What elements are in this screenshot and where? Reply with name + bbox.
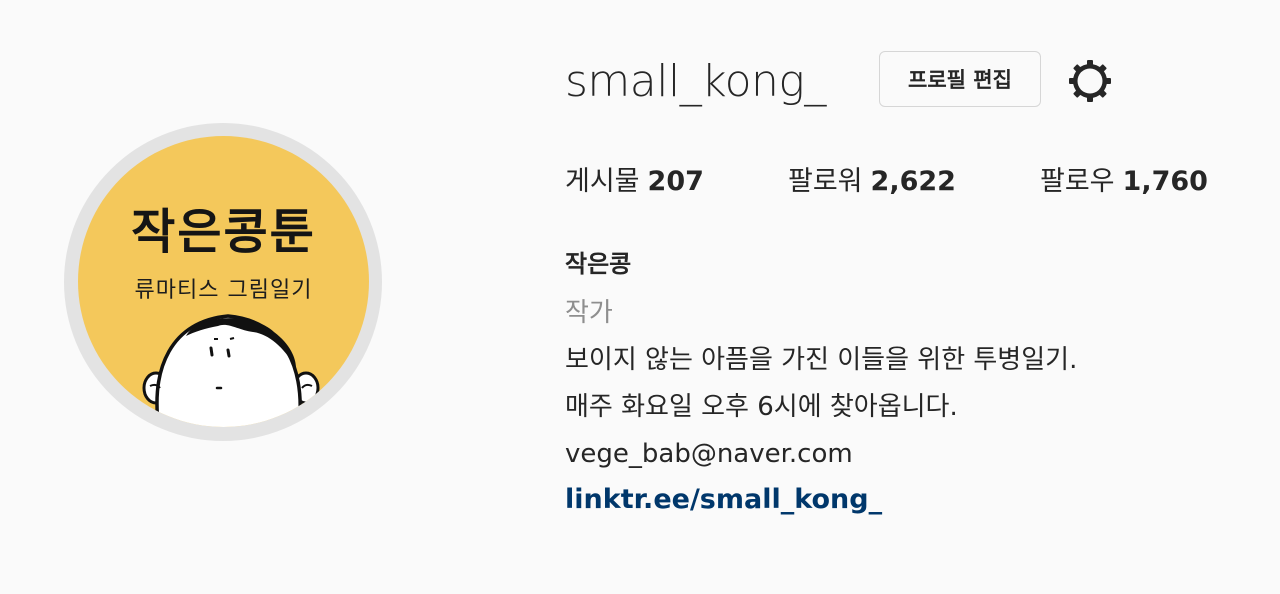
stat-followers-label: 팔로워 [788, 166, 863, 197]
bio-email: vege_bab@naver.com [565, 439, 853, 469]
stat-posts[interactable]: 게시물 207 [565, 160, 704, 204]
stat-following[interactable]: 팔로우 1,760 [1040, 160, 1208, 204]
settings-button[interactable] [1066, 57, 1114, 105]
bio-category: 작가 [565, 298, 613, 328]
profile-page: 작은콩툰 류마티스 그림일기 small_kong_ 프로필 편집 게시물 20… [0, 0, 1280, 594]
bio-link[interactable]: linktr.ee/small_kong_ [565, 480, 882, 520]
stat-posts-count: 207 [647, 166, 704, 197]
stat-following-label: 팔로우 [1040, 166, 1115, 197]
edit-profile-button[interactable]: 프로필 편집 [879, 51, 1041, 107]
avatar[interactable]: 작은콩툰 류마티스 그림일기 [78, 136, 369, 427]
bio-name: 작은콩 [565, 250, 632, 278]
stat-posts-label: 게시물 [565, 166, 640, 197]
stat-followers[interactable]: 팔로워 2,622 [788, 160, 956, 204]
stat-followers-count: 2,622 [870, 166, 956, 197]
bio-line: 보이지 않는 아픔을 가진 이들을 위한 투병일기. [565, 345, 1078, 375]
bio-line: 매주 화요일 오후 6시에 찾아옵니다. [565, 392, 958, 422]
stat-following-count: 1,760 [1122, 166, 1208, 197]
gear-icon [1069, 60, 1111, 102]
username: small_kong_ [565, 56, 826, 107]
avatar-character-illustration [142, 314, 320, 427]
